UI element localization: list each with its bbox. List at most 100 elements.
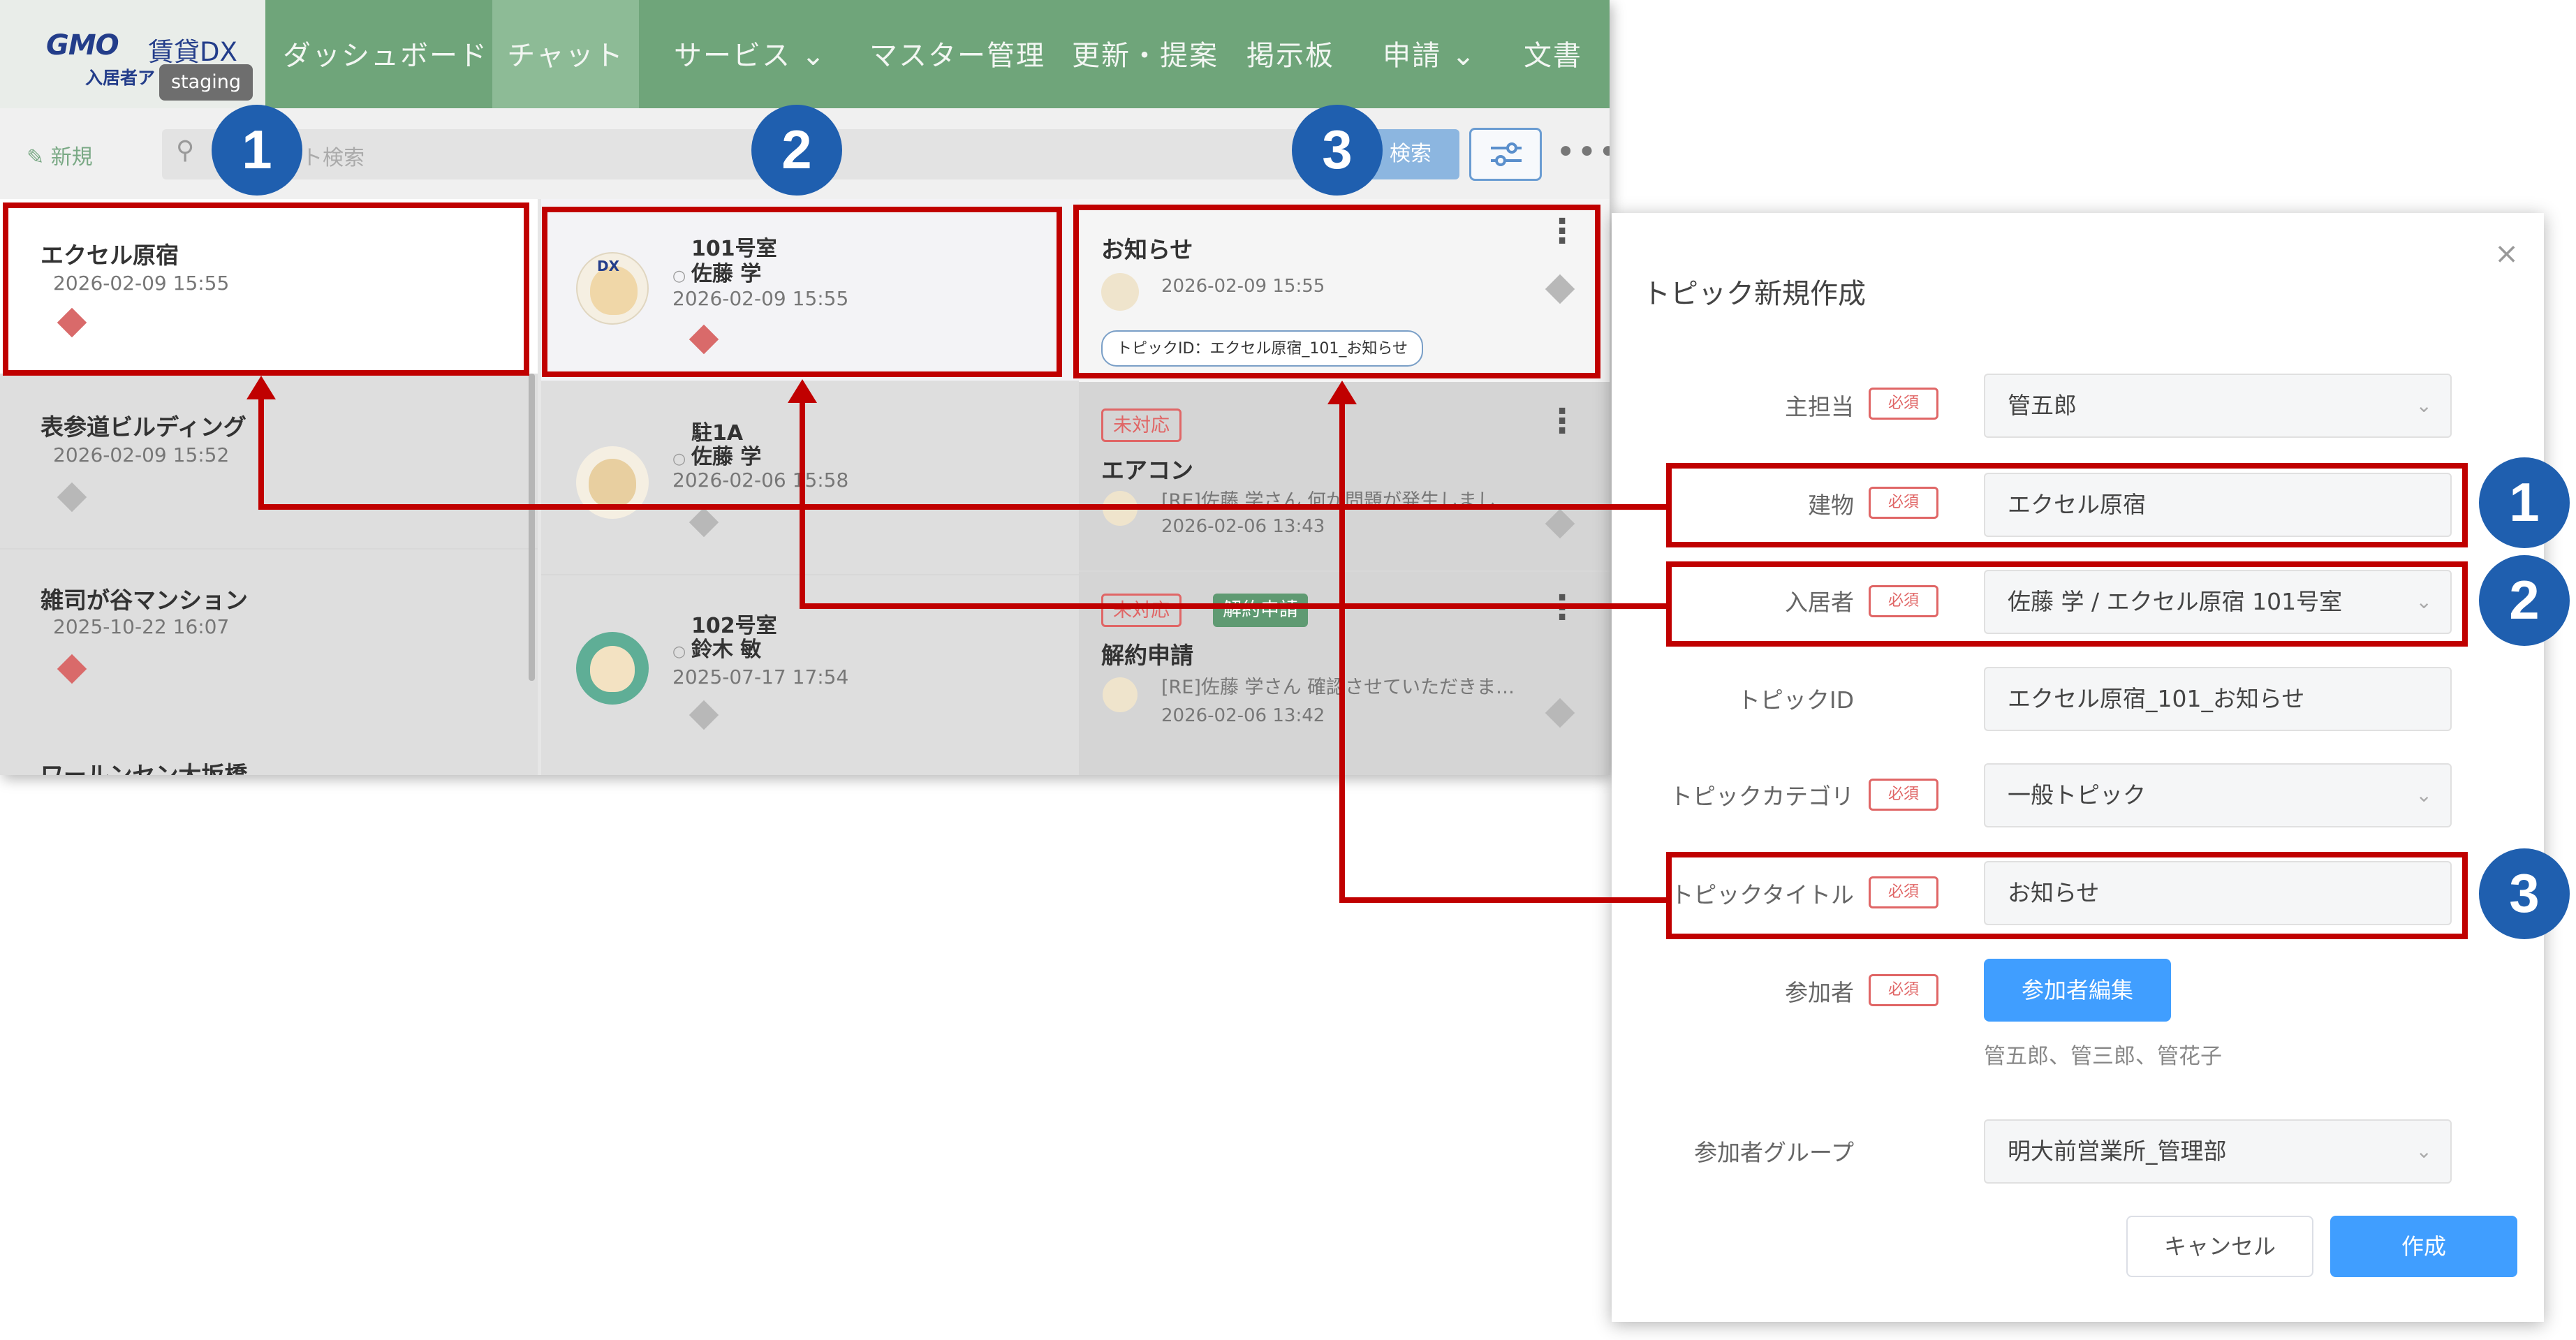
- topic-id-input[interactable]: エクセル原宿_101_お知らせ: [1984, 667, 2452, 731]
- logo-sub: 入居者ア: [85, 68, 156, 88]
- connector-1: [258, 391, 264, 510]
- field-label-topic-id: トピックID: [1737, 686, 1854, 714]
- owner-value: 管五郎: [2008, 392, 2077, 419]
- list-item[interactable]: ワールンセン大坂橋: [0, 724, 538, 775]
- nav-dashboard[interactable]: ダッシュボード: [283, 0, 488, 108]
- chevron-down-icon: ⌄: [2415, 1140, 2432, 1163]
- highlight-topic-title-field: [1666, 852, 2468, 939]
- highlight-resident: [542, 207, 1062, 377]
- required-badge: 必須: [1869, 779, 1938, 811]
- edit-icon: ✎: [27, 145, 45, 170]
- topic-date: 2026-02-06 13:42: [1161, 705, 1325, 726]
- list-item[interactable]: 雑司が谷マンション 2025-10-22 16:07: [0, 550, 538, 724]
- required-badge: 必須: [1869, 388, 1938, 420]
- building-date: 2026-02-09 15:52: [53, 443, 230, 466]
- read-icon: [57, 482, 87, 513]
- resident-name: 鈴木 敏: [691, 638, 762, 662]
- field-label-participants: 参加者: [1785, 979, 1854, 1006]
- marker-3: 3: [2479, 848, 2570, 939]
- kebab-menu-icon[interactable]: ⋮: [1545, 402, 1579, 441]
- status-badge: 未対応: [1101, 408, 1182, 442]
- search-placeholder: ト検索: [302, 146, 365, 170]
- edit-participants-button[interactable]: 参加者編集: [1984, 959, 2171, 1022]
- avatar: [576, 632, 649, 705]
- marker-2: 2: [2479, 555, 2570, 646]
- highlight-building: [3, 203, 529, 376]
- participant-names: 管五郎、管三郎、管花子: [1984, 1044, 2222, 1069]
- search-icon: ⚲: [176, 136, 195, 165]
- chevron-down-icon: ⌄: [2415, 783, 2432, 807]
- status-badge: 未対応: [1101, 594, 1182, 627]
- topic-title: エアコン: [1101, 457, 1193, 484]
- participant-group-select[interactable]: 明大前営業所_管理部 ⌄: [1984, 1119, 2452, 1184]
- resident-row: ○ 佐藤 学: [672, 439, 761, 470]
- arrow-up-icon: [246, 376, 276, 399]
- resident-date: 2026-02-06 15:58: [672, 469, 849, 492]
- avatar: [1103, 677, 1138, 712]
- connector-2: [800, 603, 1669, 609]
- read-icon: [1545, 508, 1575, 539]
- close-icon[interactable]: ×: [2494, 236, 2519, 270]
- resident-date: 2025-07-17 17:54: [672, 665, 849, 689]
- topic-preview: [RE]佐藤 学さん 確認させていただきま…: [1161, 677, 1515, 698]
- building-name: ワールンセン大坂橋: [41, 761, 248, 775]
- connector-2: [800, 395, 805, 609]
- building-name: 雑司が谷マンション: [41, 587, 248, 614]
- topic-id-value: エクセル原宿_101_お知らせ: [2008, 685, 2305, 712]
- nav-application[interactable]: 申請 ⌄: [1383, 0, 1476, 108]
- filter-button[interactable]: [1469, 128, 1542, 181]
- logo-product: 賃貸DX: [148, 37, 237, 67]
- list-item[interactable]: 表参道ビルディング 2026-02-09 15:52: [0, 374, 538, 548]
- connector-3: [1339, 897, 1669, 903]
- dialog-title: トピック新規作成: [1642, 278, 1866, 310]
- logo-brand: GMO: [46, 29, 119, 61]
- create-button[interactable]: 作成: [2330, 1216, 2517, 1277]
- required-badge: 必須: [1869, 974, 1938, 1006]
- category-badge: 解約申請: [1213, 594, 1308, 627]
- unread-icon: [57, 654, 87, 684]
- topic-category-value: 一般トピック: [2008, 781, 2146, 809]
- arrow-up-icon: [1327, 381, 1357, 404]
- highlight-building-field: [1666, 463, 2468, 547]
- resident-row: ○ 鈴木 敏: [672, 632, 761, 663]
- marker-3: 3: [1292, 105, 1383, 196]
- nav-renewal[interactable]: 更新・提案: [1072, 0, 1219, 108]
- connector-3: [1339, 397, 1345, 903]
- list-item[interactable]: 駐1A ○ 佐藤 学 2026-02-06 15:58: [541, 382, 1079, 574]
- env-badge: staging: [159, 64, 253, 101]
- nav-service[interactable]: サービス ⌄: [674, 0, 826, 108]
- connector-1: [258, 504, 1669, 510]
- read-icon: [689, 700, 719, 730]
- nav-documents[interactable]: 文書: [1524, 0, 1582, 108]
- chevron-down-icon: ⌄: [2415, 394, 2432, 417]
- new-button[interactable]: ✎ 新規: [27, 140, 93, 170]
- highlight-topic: [1073, 205, 1600, 378]
- topic-category-select[interactable]: 一般トピック ⌄: [1984, 763, 2452, 827]
- arrow-up-icon: [788, 379, 817, 403]
- nav-board[interactable]: 掲示板: [1246, 0, 1334, 108]
- marker-1: 1: [212, 105, 302, 196]
- participant-group-value: 明大前営業所_管理部: [2008, 1137, 2227, 1165]
- scrollbar[interactable]: [529, 374, 535, 681]
- marker-2: 2: [751, 105, 842, 196]
- nav-chat[interactable]: チャット: [492, 0, 639, 108]
- field-label-owner: 主担当: [1785, 393, 1854, 420]
- more-icon[interactable]: •••: [1556, 133, 1610, 172]
- sliders-icon: [1491, 142, 1522, 166]
- cancel-button[interactable]: キャンセル: [2126, 1216, 2313, 1277]
- topic-title: 解約申請: [1101, 642, 1193, 669]
- owner-select[interactable]: 管五郎 ⌄: [1984, 374, 2452, 438]
- marker-1: 1: [2479, 457, 2570, 548]
- read-icon: [1545, 698, 1575, 728]
- building-date: 2025-10-22 16:07: [53, 615, 230, 638]
- resident-name: 佐藤 学: [691, 445, 762, 469]
- status-dot-icon: ○: [672, 643, 691, 661]
- topic-date: 2026-02-06 13:43: [1161, 516, 1325, 537]
- field-label-topic-category: トピックカテゴリ: [1670, 783, 1854, 810]
- new-label: 新規: [50, 145, 93, 170]
- read-icon: [689, 507, 719, 538]
- status-dot-icon: ○: [672, 450, 691, 468]
- nav-master[interactable]: マスター管理: [869, 0, 1045, 108]
- building-name: 表参道ビルディング: [41, 413, 246, 441]
- highlight-resident-field: [1666, 561, 2468, 647]
